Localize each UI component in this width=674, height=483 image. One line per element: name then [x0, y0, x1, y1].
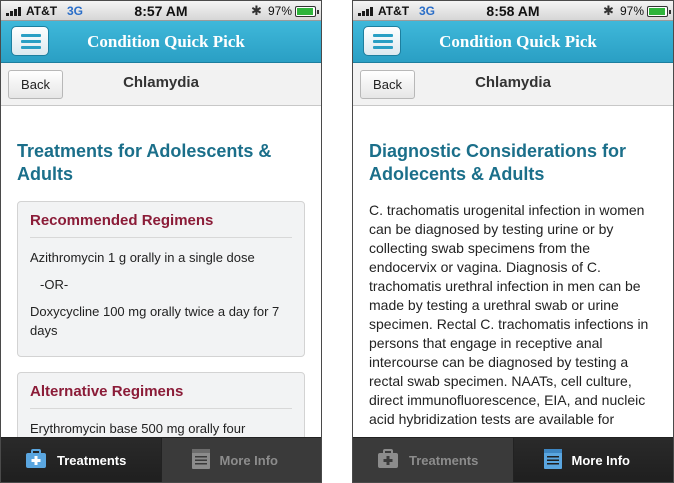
- app-header: Condition Quick Pick: [353, 21, 673, 63]
- content-scroll[interactable]: Treatments for Adolescents & Adults Reco…: [1, 108, 321, 437]
- tab-label: Treatments: [409, 453, 479, 468]
- battery-icon: [295, 6, 319, 17]
- regimen-line: Azithromycin 1 g orally in a single dose: [30, 250, 255, 265]
- tab-bar: Treatments More Info: [1, 437, 321, 482]
- battery-icon: [647, 6, 671, 17]
- phone-screen-more-info: AT&T 3G 8:58 AM ✱ 97% Condition Quick Pi…: [352, 0, 674, 483]
- or-separator: -OR-: [40, 277, 69, 292]
- menu-button[interactable]: [11, 26, 49, 56]
- status-bar: AT&T 3G 8:57 AM ✱ 97%: [1, 1, 321, 21]
- menu-button[interactable]: [363, 26, 401, 56]
- regimen-line: Erythromycin base 500 mg orally four: [30, 421, 246, 436]
- bluetooth-icon: ✱: [251, 3, 262, 18]
- tab-label: More Info: [571, 453, 631, 468]
- section-heading: Treatments for Adolescents & Adults: [17, 141, 272, 184]
- app-title: Condition Quick Pick: [87, 32, 245, 51]
- alternative-card: Alternative Regimens Erythromycin base 5…: [17, 372, 305, 437]
- card-title: Alternative Regimens: [30, 383, 292, 409]
- phone-screen-treatments: AT&T 3G 8:57 AM ✱ 97% Condition Quick Pi…: [0, 0, 322, 483]
- regimen-line: Doxycycline 100 mg orally twice a day fo…: [30, 304, 280, 338]
- tab-label: More Info: [219, 453, 279, 468]
- status-bar: AT&T 3G 8:58 AM ✱ 97%: [353, 1, 673, 21]
- tab-treatments[interactable]: Treatments: [1, 438, 161, 482]
- app-title: Condition Quick Pick: [439, 32, 597, 51]
- battery-percent: 97%: [268, 4, 293, 18]
- recommended-card: Recommended Regimens Azithromycin 1 g or…: [17, 201, 305, 357]
- condition-title: Chlamydia: [123, 74, 199, 91]
- notepad-icon: [543, 449, 562, 469]
- bluetooth-icon: ✱: [603, 3, 614, 18]
- tab-more-info[interactable]: More Info: [160, 438, 322, 482]
- battery-percent: 97%: [620, 4, 645, 18]
- section-heading: Diagnostic Considerations for Adolecents…: [369, 141, 627, 184]
- tab-label: Treatments: [57, 453, 127, 468]
- notepad-icon: [191, 449, 210, 469]
- sub-header: Back Chlamydia: [1, 63, 321, 106]
- card-title: Recommended Regimens: [30, 212, 292, 238]
- diagnostic-text: C. trachomatis urogenital infection in w…: [369, 202, 649, 427]
- first-aid-kit-icon: [26, 449, 46, 468]
- app-header: Condition Quick Pick: [1, 21, 321, 63]
- condition-title: Chlamydia: [475, 74, 551, 91]
- tab-treatments[interactable]: Treatments: [353, 438, 513, 482]
- content-scroll[interactable]: Diagnostic Considerations for Adolecents…: [353, 108, 673, 437]
- first-aid-kit-icon: [378, 449, 398, 468]
- tab-more-info[interactable]: More Info: [512, 438, 673, 482]
- sub-header: Back Chlamydia: [353, 63, 673, 106]
- tab-bar: Treatments More Info: [353, 437, 673, 482]
